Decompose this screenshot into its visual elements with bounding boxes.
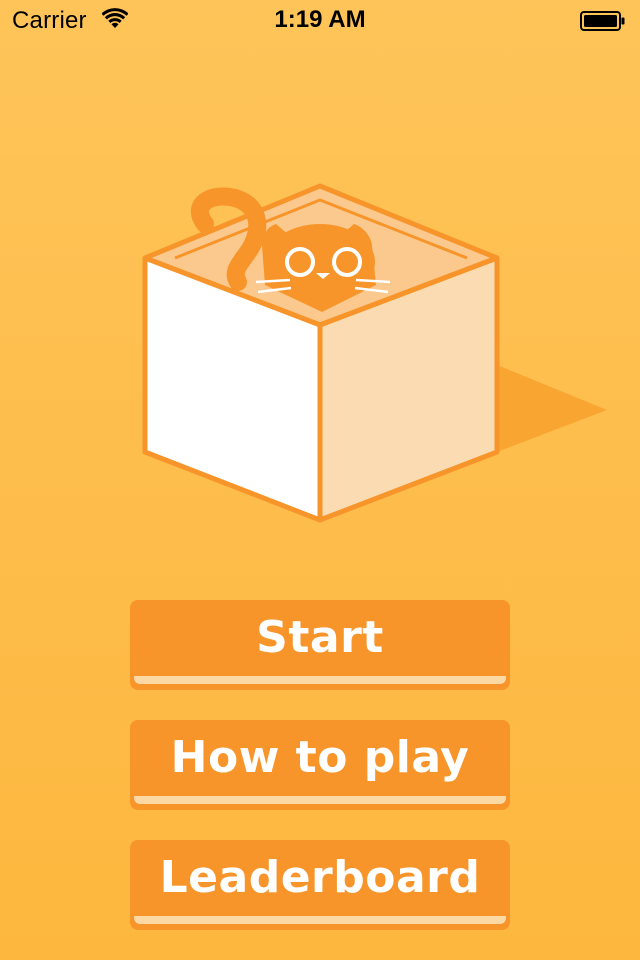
leaderboard-button-label: Leaderboard xyxy=(159,852,481,903)
how-to-play-button-label: How to play xyxy=(170,732,470,783)
start-button[interactable]: Start xyxy=(130,600,510,690)
leaderboard-button[interactable]: Leaderboard xyxy=(130,840,510,930)
start-button-label: Start xyxy=(256,612,384,663)
how-to-play-button[interactable]: How to play xyxy=(130,720,510,810)
box-shadow xyxy=(497,365,607,452)
cat-in-box-illustration xyxy=(0,0,640,560)
